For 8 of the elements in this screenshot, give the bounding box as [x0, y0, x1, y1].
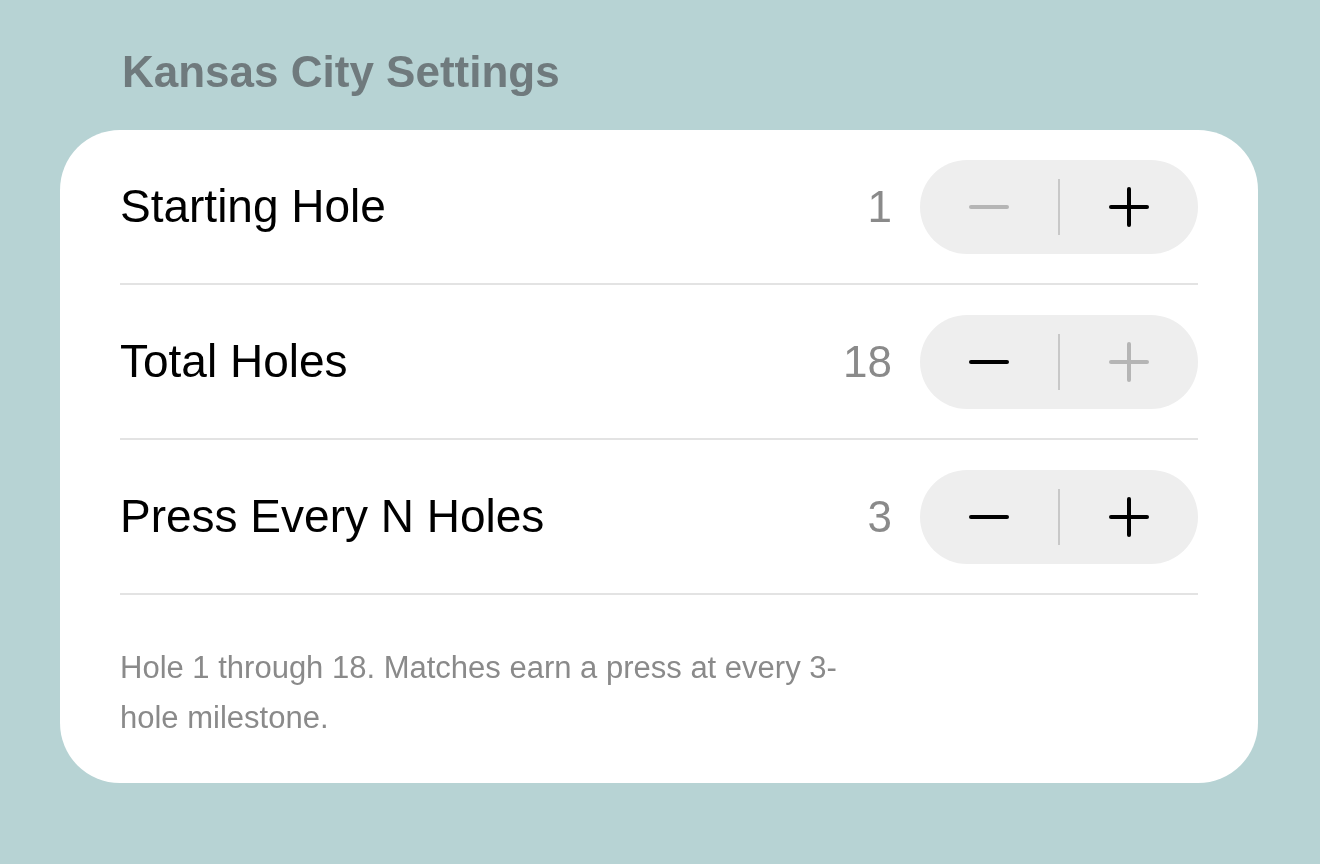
- row-label: Total Holes: [120, 334, 349, 389]
- footer-note: Hole 1 through 18. Matches earn a press at every 3-hole milestone.: [120, 649, 838, 737]
- row-value: 1: [867, 180, 892, 233]
- row-value: 18: [843, 335, 892, 388]
- row-label: Starting Hole: [120, 179, 387, 234]
- row-value: 3: [867, 490, 892, 543]
- row-label: Press Every N Holes: [120, 489, 546, 544]
- section-title: Kansas City Settings: [122, 46, 561, 98]
